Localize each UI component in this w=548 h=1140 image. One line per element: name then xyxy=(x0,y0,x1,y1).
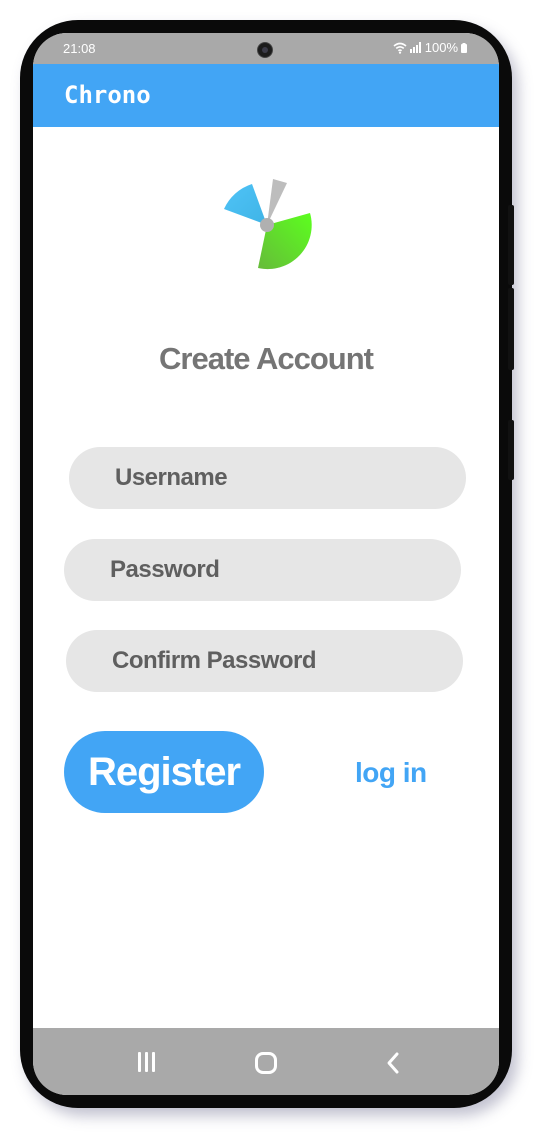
battery-icon xyxy=(461,42,467,53)
navigation-bar xyxy=(33,1028,499,1095)
confirm-password-field[interactable] xyxy=(66,630,463,692)
username-field[interactable] xyxy=(69,447,466,509)
app-title: Chrono xyxy=(64,81,151,109)
home-icon[interactable] xyxy=(255,1052,277,1074)
side-button-middle xyxy=(508,288,514,370)
recent-apps-icon[interactable] xyxy=(136,1052,158,1074)
side-button-lower xyxy=(508,420,514,480)
username-input[interactable] xyxy=(115,447,466,509)
screen: 21:08 100% Chrono Create Account Usernam… xyxy=(33,33,499,1095)
register-button[interactable]: Register xyxy=(64,731,264,813)
signal-icon xyxy=(409,42,421,53)
password-field[interactable] xyxy=(64,539,461,601)
chrono-logo-icon xyxy=(224,179,312,270)
status-bar: 21:08 100% xyxy=(33,33,499,64)
wifi-icon xyxy=(393,42,407,54)
status-indicators: 100% xyxy=(393,40,467,55)
login-link[interactable]: log in xyxy=(355,757,427,789)
confirm-password-input[interactable] xyxy=(112,630,463,692)
page-title: Create Account xyxy=(159,341,374,376)
status-time: 21:08 xyxy=(63,41,96,56)
front-camera-icon xyxy=(257,42,273,58)
password-input[interactable] xyxy=(110,539,461,601)
app-bar: Chrono xyxy=(33,64,499,127)
side-button-upper xyxy=(508,205,514,285)
back-icon[interactable] xyxy=(383,1050,403,1076)
battery-percent: 100% xyxy=(424,40,458,55)
